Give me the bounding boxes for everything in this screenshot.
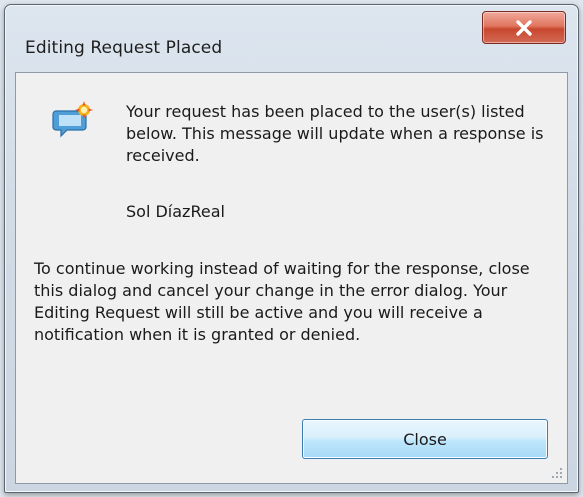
close-button[interactable]: Close <box>302 419 548 459</box>
resize-grip-icon[interactable] <box>551 467 563 479</box>
dialog-content: Your request has been placed to the user… <box>15 72 568 484</box>
window-title: Editing Request Placed <box>25 38 223 58</box>
close-x-icon <box>516 19 532 36</box>
title-bar[interactable]: Editing Request Placed <box>5 5 578 67</box>
info-message: To continue working instead of waiting f… <box>34 259 530 344</box>
speech-bubble-notification-icon <box>52 101 96 141</box>
user-name: Sol DíazReal <box>126 202 225 221</box>
request-message: Your request has been placed to the user… <box>126 102 544 165</box>
window-close-button[interactable] <box>482 11 566 44</box>
dialog-window: Editing Request Placed Your request has … <box>4 4 579 493</box>
